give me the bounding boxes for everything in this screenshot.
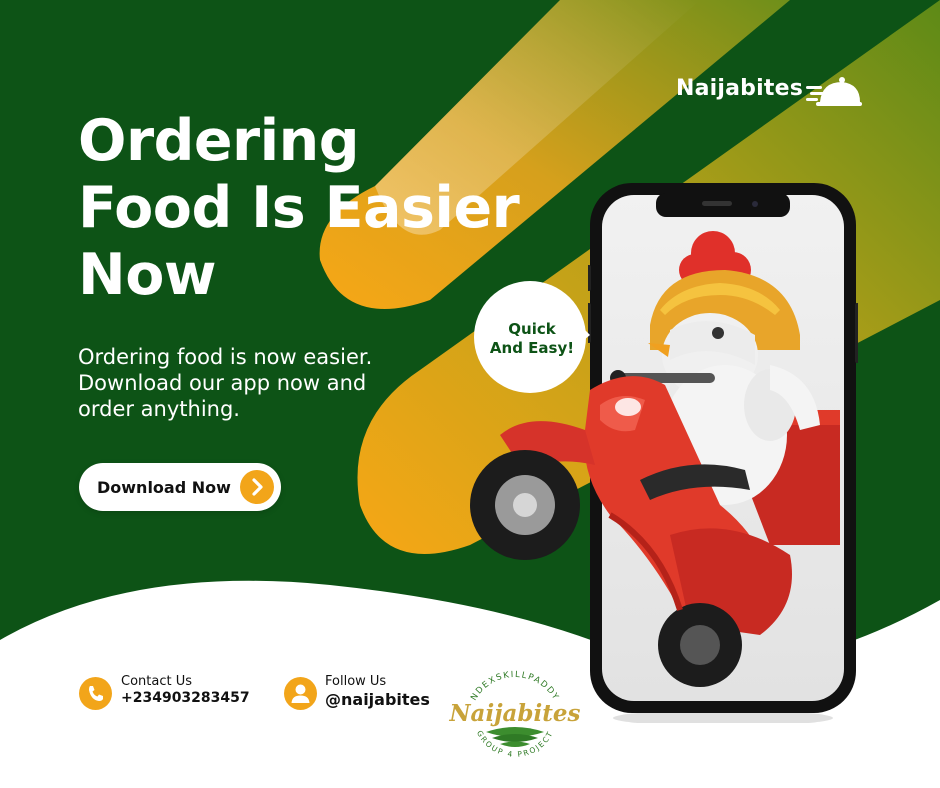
- headline-line-1: Ordering: [78, 108, 360, 174]
- speech-bubble-text: Quick And Easy!: [474, 320, 590, 358]
- delivery-cloche-icon: [806, 77, 862, 106]
- seal-brand-word: Naijabites: [449, 700, 581, 727]
- svg-text:NDEXSKILLPADDY: NDEXSKILLPADDY: [469, 670, 561, 703]
- subtext-line-1: Ordering food is now easier.: [78, 345, 373, 369]
- subtext-line-3: order anything.: [78, 397, 240, 421]
- follow-label: Follow Us: [325, 674, 387, 689]
- download-now-button[interactable]: Download Now: [79, 463, 281, 511]
- promo-canvas: Naijabites Ordering Food Is Easier Now O…: [0, 0, 940, 788]
- brand-name: Naijabites: [676, 76, 804, 101]
- bubble-line-2: And Easy!: [489, 339, 575, 357]
- bubble-line-1: Quick: [508, 320, 556, 338]
- social-handle[interactable]: @naijabites: [325, 690, 430, 709]
- contact-label: Contact Us: [121, 674, 192, 689]
- contact-phone-number[interactable]: +234903283457: [121, 690, 250, 706]
- phone-icon: [79, 677, 112, 710]
- headline-line-2: Food Is Easier: [78, 175, 520, 241]
- subtext-line-2: Download our app now and: [78, 371, 367, 395]
- subtext: Ordering food is now easier. Download ou…: [78, 344, 458, 422]
- headline: Ordering Food Is Easier Now: [78, 108, 520, 309]
- user-icon: [284, 677, 317, 710]
- download-now-label: Download Now: [97, 478, 231, 497]
- headline-line-3: Now: [78, 242, 217, 308]
- chevron-right-icon: [240, 470, 274, 504]
